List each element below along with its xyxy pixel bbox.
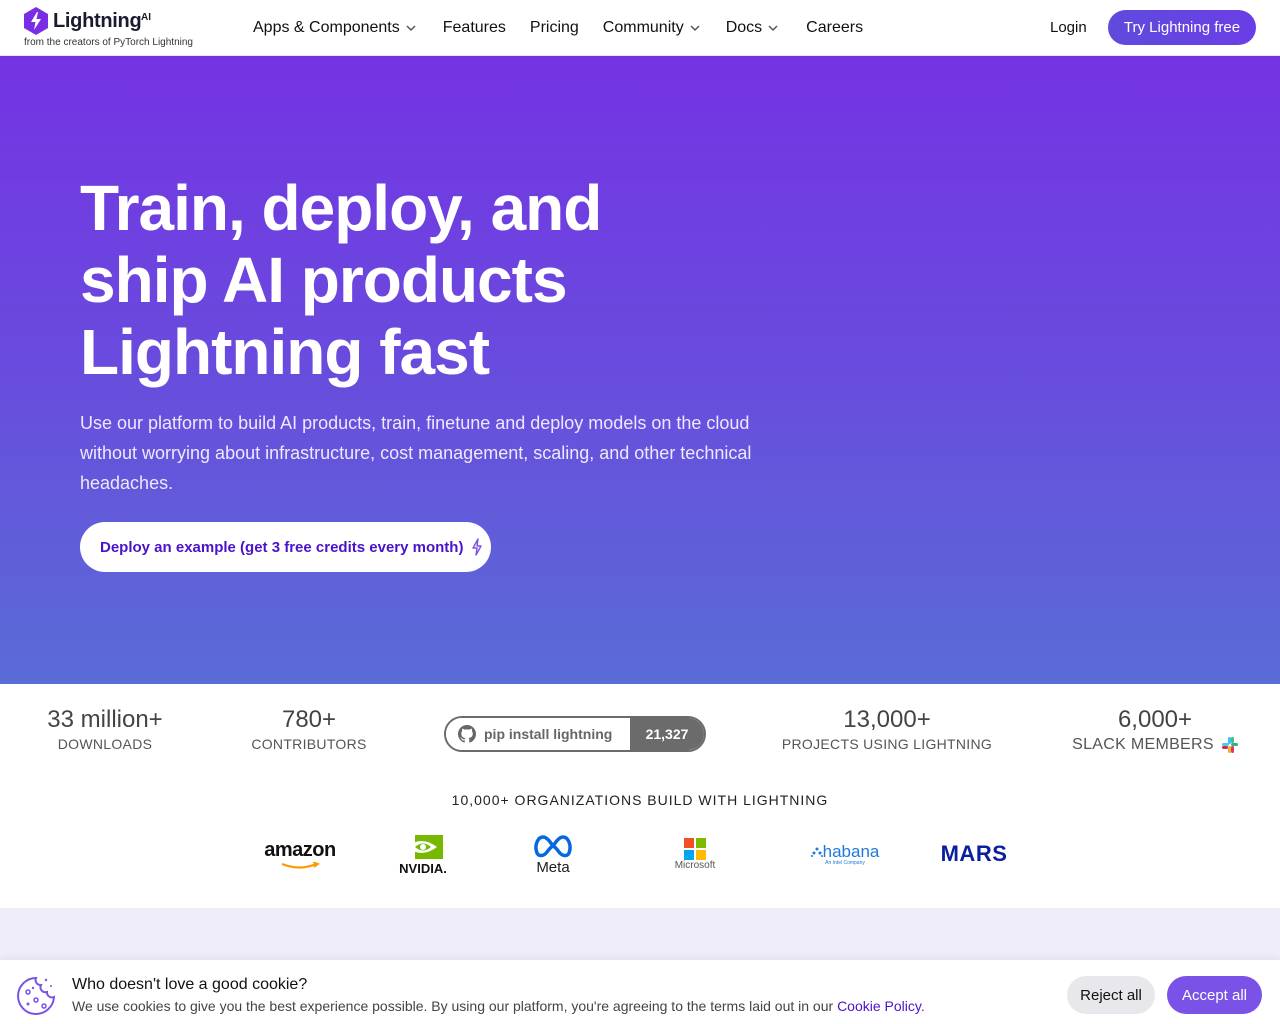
chevron-down-icon (768, 25, 778, 32)
slack-icon[interactable] (1221, 737, 1238, 753)
amazon-logo: amazon (262, 830, 338, 878)
stat-contributors-label: CONTRIBUTORS (251, 736, 367, 752)
nav-docs[interactable]: Docs (726, 19, 778, 37)
deploy-example-button[interactable]: Deploy an example (get 3 free credits ev… (80, 522, 491, 572)
pip-install-github-badge[interactable]: pip install lightning 21,327 (444, 716, 706, 752)
pip-install-label: pip install lightning (484, 726, 613, 742)
nvidia-eye-icon (407, 834, 443, 859)
deploy-example-label: Deploy an example (get 3 free credits ev… (100, 538, 464, 556)
amazon-smile-icon (281, 861, 320, 869)
cookie-message: We use cookies to give you the best expe… (72, 998, 925, 1014)
lightning-logo[interactable]: Lightning AI from the creators of PyTorc… (24, 7, 204, 51)
accept-all-button[interactable]: Accept all (1167, 976, 1262, 1014)
cookie-banner: Who doesn't love a good cookie? We use c… (0, 960, 1280, 1024)
habana-logo: habana An Intel Company (800, 830, 890, 878)
nav-apps-components-label: Apps & Components (253, 19, 400, 36)
hero-title-line: ship AI products (80, 244, 568, 316)
nvidia-logo-text: NVIDIA. (399, 860, 447, 876)
nav-community[interactable]: Community (603, 19, 700, 37)
habana-logo-subtext: An Intel Company (825, 860, 865, 866)
logo-wordmark: Lightning (53, 10, 142, 32)
hero-title: Train, deploy, and ship AI products Ligh… (80, 172, 780, 388)
nav-careers[interactable]: Careers (806, 19, 863, 37)
hero-title-line: Lightning fast (80, 316, 490, 388)
stat-downloads-value: 33 million+ (47, 706, 163, 733)
main-nav: Apps & Components Features Pricing Commu… (253, 0, 863, 56)
hero-section: Train, deploy, and ship AI products Ligh… (0, 56, 1280, 684)
logo-ai-mark: AI (141, 12, 151, 23)
cookie-icon (17, 976, 56, 1015)
login-link[interactable]: Login (1050, 19, 1087, 36)
cookie-message-end: . (920, 998, 925, 1014)
hero-subtitle: Use our platform to build AI products, t… (80, 413, 752, 493)
meta-infinity-icon (534, 834, 572, 857)
nav-docs-label: Docs (725, 19, 763, 36)
nav-apps-components[interactable]: Apps & Components (253, 19, 416, 37)
stat-contributors-value: 780+ (281, 706, 337, 733)
amazon-logo-text: amazon (264, 838, 336, 861)
nvidia-logo: NVIDIA. (392, 830, 454, 878)
hero-title-line: Train, deploy, and (80, 172, 602, 244)
try-lightning-free-button[interactable]: Try Lightning free (1108, 10, 1256, 45)
mars-logo: MARS (936, 830, 1012, 878)
logo-tagline: from the creators of PyTorch Lightning (24, 37, 193, 48)
lightning-bolt-icon (472, 538, 483, 556)
github-icon (458, 725, 476, 743)
cookie-policy-link[interactable]: Cookie Policy (837, 998, 921, 1014)
stat-slack: 6,000+ SLACK MEMBERS (1060, 706, 1250, 754)
stat-slack-value: 6,000+ (1117, 706, 1193, 733)
cookie-message-text: We use cookies to give you the best expe… (72, 998, 838, 1014)
chevron-down-icon (406, 25, 416, 32)
mars-logo-text: MARS (940, 841, 1008, 866)
github-stars-count: 21,327 (630, 718, 704, 750)
meta-logo-text: Meta (536, 858, 570, 876)
nav-features[interactable]: Features (443, 19, 506, 37)
stat-projects: 13,000+ PROJECTS USING LIGHTNING (780, 706, 994, 752)
microsoft-squares-icon (684, 837, 706, 860)
reject-all-button[interactable]: Reject all (1067, 976, 1155, 1014)
cookie-title: Who doesn't love a good cookie? (72, 976, 308, 993)
nav-features-label: Features (442, 19, 506, 36)
microsoft-logo-text: Microsoft (674, 859, 716, 871)
nav-pricing-label: Pricing (529, 19, 579, 36)
organization-logos: amazon NVIDIA. Meta Microsoft habana An … (0, 830, 1280, 880)
nav-community-label: Community (602, 19, 684, 36)
pip-install-command: pip install lightning (446, 718, 630, 750)
stat-projects-value: 13,000+ (843, 706, 931, 733)
stat-slack-label-row: SLACK MEMBERS (1060, 736, 1250, 754)
nav-careers-label: Careers (806, 19, 864, 36)
stat-contributors: 780+ CONTRIBUTORS (234, 706, 384, 752)
stat-downloads-label: DOWNLOADS (57, 736, 153, 752)
stat-downloads: 33 million+ DOWNLOADS (30, 706, 180, 752)
habana-dots-icon (810, 847, 823, 857)
microsoft-logo: Microsoft (664, 830, 726, 878)
organizations-heading: 10,000+ ORGANIZATIONS BUILD WITH LIGHTNI… (451, 792, 829, 808)
top-navigation-bar: Lightning AI from the creators of PyTorc… (0, 0, 1280, 56)
chevron-down-icon (690, 25, 700, 32)
stat-projects-label: PROJECTS USING LIGHTNING (781, 736, 993, 752)
lightning-logo-icon (24, 7, 48, 35)
stat-slack-label: SLACK MEMBERS (1072, 736, 1214, 753)
habana-logo-text: habana (822, 842, 880, 861)
nav-pricing[interactable]: Pricing (530, 19, 579, 37)
habana-logo-row: habana (810, 842, 880, 862)
meta-logo: Meta (526, 830, 580, 878)
